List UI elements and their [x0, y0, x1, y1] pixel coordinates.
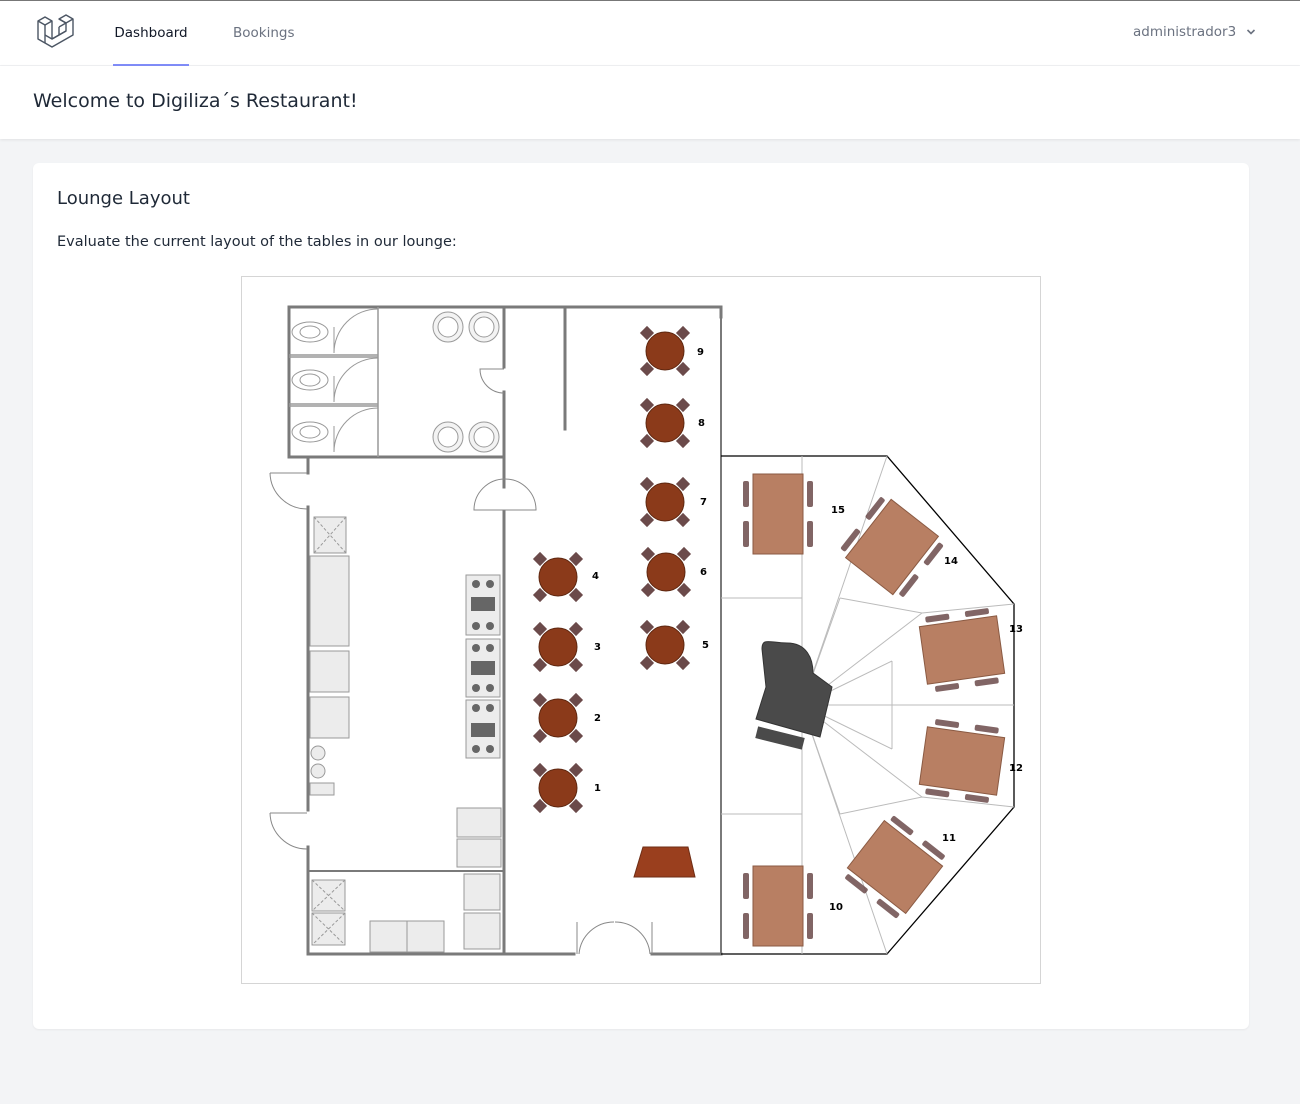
round-table-top — [645, 403, 685, 443]
chair — [807, 521, 813, 547]
round-table-top — [645, 482, 685, 522]
chair — [743, 873, 749, 899]
nav-link-bookings[interactable]: Bookings — [233, 1, 295, 66]
top-navigation: Dashboard Bookings administrador3 — [0, 1, 1300, 66]
rect-table-top — [918, 726, 1006, 796]
chair — [743, 913, 749, 939]
chair — [807, 481, 813, 507]
chair — [974, 724, 999, 734]
table-number-label: 12 — [1009, 763, 1023, 774]
round-table-top — [538, 768, 578, 808]
round-table-top — [538, 627, 578, 667]
chair — [935, 719, 960, 728]
rect-table-top — [752, 865, 804, 947]
table-number-label: 13 — [1009, 624, 1023, 635]
table-number-label: 9 — [697, 347, 704, 358]
card-title: Lounge Layout — [57, 188, 190, 209]
rect-table-15[interactable]: 15 — [743, 473, 845, 555]
chair — [974, 677, 999, 687]
table-number-label: 4 — [592, 571, 599, 582]
round-table-top — [645, 625, 685, 665]
chair — [807, 873, 813, 899]
nav-link-dashboard[interactable]: Dashboard — [113, 1, 189, 66]
table-number-label: 3 — [594, 642, 601, 653]
chair — [743, 481, 749, 507]
table-number-label: 2 — [594, 713, 601, 724]
round-table-9[interactable]: 9 — [639, 325, 704, 377]
user-name: administrador3 — [1133, 24, 1237, 40]
round-table-top — [538, 557, 578, 597]
round-table-3[interactable]: 3 — [532, 621, 601, 673]
round-table-1[interactable]: 1 — [532, 762, 601, 814]
rect-table-top — [918, 615, 1006, 685]
lounge-floorplan: 1 2 3 4 5 6 7 8 9 10 11 12 13 14 15 — [241, 276, 1041, 984]
table-number-label: 10 — [829, 902, 843, 913]
rect-table-top — [846, 819, 944, 915]
rect-table-14[interactable]: 14 — [838, 493, 958, 601]
chevron-down-icon — [1247, 29, 1256, 35]
table-number-label: 5 — [702, 640, 709, 651]
rect-table-13[interactable]: 13 — [918, 607, 1023, 693]
content-card: Lounge Layout Evaluate the current layou… — [33, 163, 1249, 1029]
chair — [964, 608, 989, 617]
kitchen-equipment — [309, 516, 502, 953]
table-number-label: 14 — [944, 556, 958, 567]
chair — [925, 613, 950, 623]
user-menu[interactable]: administrador3 — [1133, 1, 1256, 66]
chair — [925, 788, 950, 798]
round-table-8[interactable]: 8 — [639, 397, 705, 449]
round-table-top — [645, 331, 685, 371]
page-title: Welcome to Digiliza´s Restaurant! — [33, 90, 358, 112]
toilets — [291, 321, 329, 443]
round-table-6[interactable]: 6 — [640, 546, 707, 598]
sinks — [432, 311, 500, 453]
round-table-5[interactable]: 5 — [639, 619, 709, 671]
round-table-top — [538, 698, 578, 738]
round-table-4[interactable]: 4 — [532, 551, 599, 603]
laravel-logo-icon[interactable] — [36, 13, 74, 53]
grand-piano — [755, 641, 833, 750]
tables-layer: 123456789101112131415 — [532, 325, 1023, 947]
rect-table-top — [844, 498, 940, 596]
table-number-label: 7 — [700, 497, 707, 508]
host-stand — [633, 846, 696, 878]
page-header: Welcome to Digiliza´s Restaurant! — [0, 66, 1300, 139]
table-number-label: 15 — [831, 505, 845, 516]
rect-table-top — [752, 473, 804, 555]
round-table-7[interactable]: 7 — [639, 476, 707, 528]
table-number-label: 1 — [594, 783, 601, 794]
table-number-label: 8 — [698, 418, 705, 429]
chair — [935, 683, 960, 692]
round-table-top — [646, 552, 686, 592]
table-number-label: 11 — [942, 833, 956, 844]
rect-table-10[interactable]: 10 — [743, 865, 843, 947]
card-description: Evaluate the current layout of the table… — [57, 234, 457, 250]
rect-table-12[interactable]: 12 — [918, 718, 1023, 804]
round-table-2[interactable]: 2 — [532, 692, 601, 744]
chair — [743, 521, 749, 547]
table-number-label: 6 — [700, 567, 707, 578]
floorplan-drawing: 123456789101112131415 — [269, 305, 1023, 956]
chair — [807, 913, 813, 939]
rect-table-11[interactable]: 11 — [841, 813, 956, 922]
